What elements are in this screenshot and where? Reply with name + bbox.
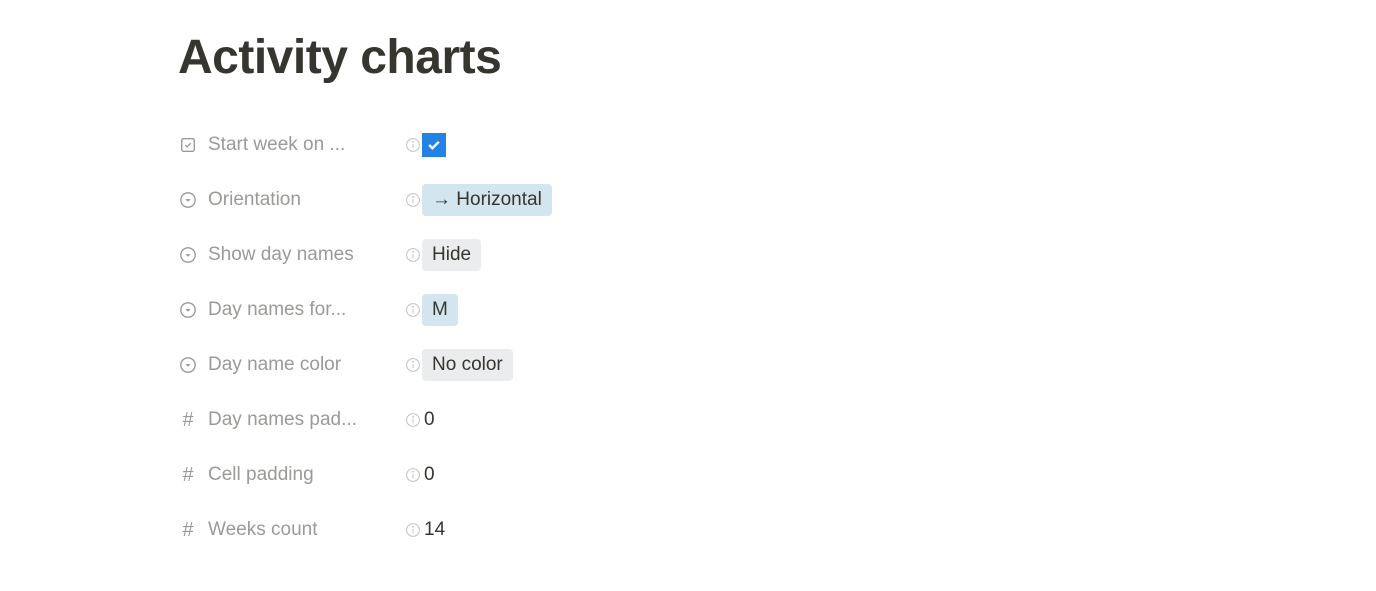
property-label: Start week on ... [208, 134, 394, 156]
property-row-weeks-count: # Weeks count 14 [178, 506, 1198, 554]
number-type-icon: # [178, 410, 198, 430]
checkbox-type-icon [178, 135, 198, 155]
property-value-area[interactable]: M [422, 294, 458, 327]
select-tag-day-name-color: No color [422, 349, 513, 382]
property-label: Weeks count [208, 519, 394, 541]
property-label: Day name color [208, 354, 394, 376]
property-label: Day names pad... [208, 409, 394, 431]
number-type-icon: # [178, 465, 198, 485]
property-label: Cell padding [208, 464, 394, 486]
info-icon [404, 466, 422, 484]
info-icon [404, 521, 422, 539]
page-title: Activity charts [178, 30, 1198, 85]
select-type-icon [178, 245, 198, 265]
number-value: 0 [422, 409, 435, 431]
select-type-icon [178, 300, 198, 320]
property-value-area[interactable]: Hide [422, 239, 481, 272]
property-label-area[interactable]: Day name color [178, 354, 422, 376]
property-value-area[interactable]: 14 [422, 519, 445, 541]
property-value-area[interactable]: No color [422, 349, 513, 382]
select-tag-show-day-names: Hide [422, 239, 481, 272]
select-type-icon [178, 190, 198, 210]
property-value-area[interactable] [422, 133, 446, 157]
property-row-orientation: Orientation → Horizontal [178, 176, 1198, 224]
select-type-icon [178, 355, 198, 375]
property-label-area[interactable]: Start week on ... [178, 134, 422, 156]
info-icon [404, 301, 422, 319]
property-value-area[interactable]: → Horizontal [422, 184, 552, 217]
number-value: 14 [422, 519, 445, 541]
number-type-icon: # [178, 520, 198, 540]
select-tag-day-names-format: M [422, 294, 458, 327]
property-row-day-names-format: Day names for... M [178, 286, 1198, 334]
property-label: Show day names [208, 244, 394, 266]
number-value: 0 [422, 464, 435, 486]
property-label-area[interactable]: Orientation [178, 189, 422, 211]
property-label-area[interactable]: # Day names pad... [178, 409, 422, 431]
select-tag-orientation: → Horizontal [422, 184, 552, 217]
info-icon [404, 191, 422, 209]
property-row-day-name-color: Day name color No color [178, 341, 1198, 389]
checkbox-checked[interactable] [422, 133, 446, 157]
property-label: Day names for... [208, 299, 394, 321]
info-icon [404, 136, 422, 154]
property-row-show-day-names: Show day names Hide [178, 231, 1198, 279]
property-label-area[interactable]: # Weeks count [178, 519, 422, 541]
property-value-area[interactable]: 0 [422, 464, 435, 486]
property-label: Orientation [208, 189, 394, 211]
info-icon [404, 411, 422, 429]
property-row-cell-padding: # Cell padding 0 [178, 451, 1198, 499]
property-row-day-names-padding: # Day names pad... 0 [178, 396, 1198, 444]
property-label-area[interactable]: Day names for... [178, 299, 422, 321]
property-label-area[interactable]: # Cell padding [178, 464, 422, 486]
property-label-area[interactable]: Show day names [178, 244, 422, 266]
info-icon [404, 356, 422, 374]
info-icon [404, 246, 422, 264]
property-row-start-week: Start week on ... [178, 121, 1198, 169]
property-value-area[interactable]: 0 [422, 409, 435, 431]
